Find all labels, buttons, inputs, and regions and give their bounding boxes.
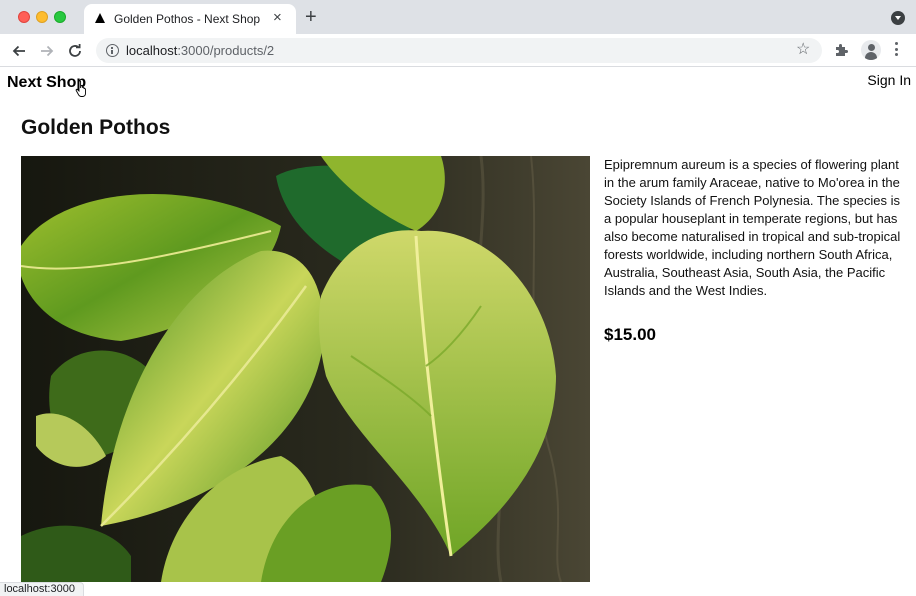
new-tab-button[interactable]: +	[305, 6, 317, 28]
address-bar[interactable]: localhost:3000/products/2 ☆	[96, 38, 822, 63]
site-header: Next Shop Sign In	[0, 68, 916, 98]
browser-tab[interactable]: Golden Pothos - Next Shop ×	[84, 4, 296, 34]
reload-icon[interactable]	[65, 41, 85, 61]
browser-tab-strip: Golden Pothos - Next Shop × +	[0, 0, 916, 34]
minimize-window-button[interactable]	[36, 11, 48, 23]
vercel-triangle-icon	[95, 13, 105, 23]
profile-icon[interactable]	[861, 40, 881, 60]
back-arrow-icon[interactable]	[9, 41, 29, 61]
product-image	[21, 156, 590, 582]
tab-close-icon[interactable]: ×	[273, 10, 282, 26]
sign-in-link[interactable]: Sign In	[867, 72, 911, 88]
browser-toolbar: localhost:3000/products/2 ☆	[0, 34, 916, 67]
close-window-button[interactable]	[18, 11, 30, 23]
tab-title: Golden Pothos - Next Shop	[114, 12, 261, 26]
url-text[interactable]: localhost:3000/products/2	[126, 43, 274, 58]
product-price: $15.00	[604, 325, 656, 344]
kebab-menu-icon[interactable]	[895, 42, 899, 58]
star-icon[interactable]: ☆	[796, 41, 810, 59]
maximize-window-button[interactable]	[54, 11, 66, 23]
hand-pointer-icon	[75, 80, 86, 97]
product-title: Golden Pothos	[21, 116, 171, 139]
tab-search-icon[interactable]	[891, 11, 905, 25]
status-bar-url: localhost:3000	[0, 582, 84, 596]
product-description: Epipremnum aureum is a species of flower…	[604, 157, 901, 298]
forward-arrow-icon[interactable]	[37, 41, 57, 61]
puzzle-icon[interactable]	[834, 42, 850, 58]
info-icon[interactable]	[106, 44, 119, 57]
